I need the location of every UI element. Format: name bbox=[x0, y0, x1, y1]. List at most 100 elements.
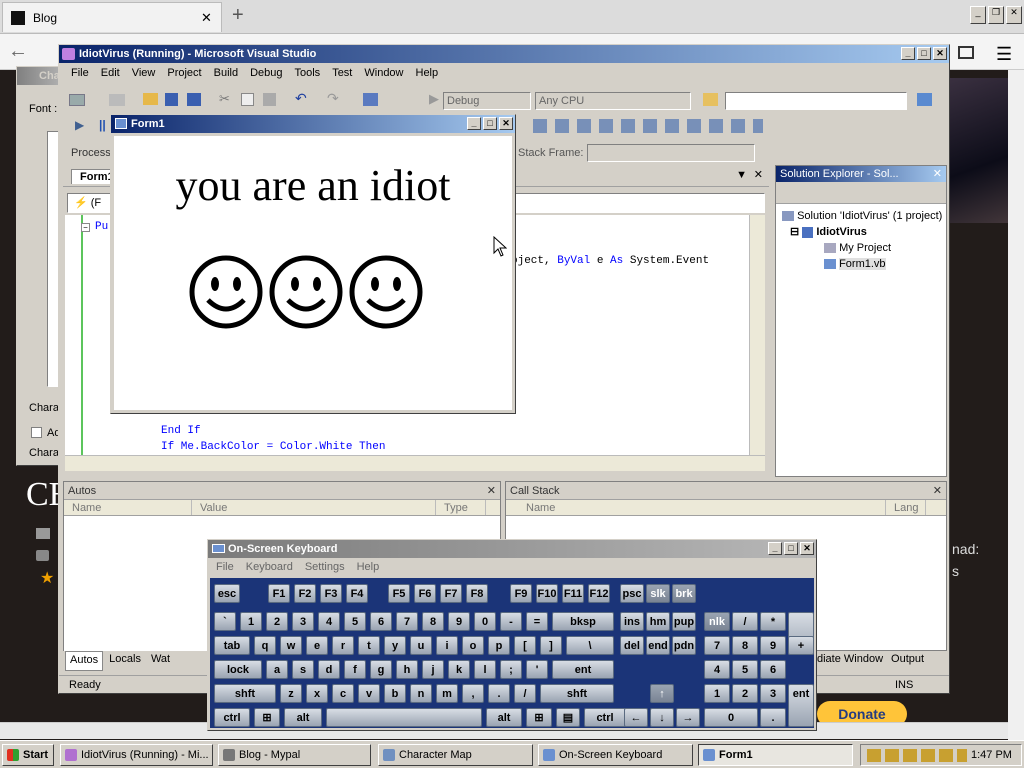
task-form1[interactable]: Form1 bbox=[698, 744, 853, 766]
tray-icons[interactable] bbox=[867, 749, 967, 762]
osk-key[interactable]: F11 bbox=[562, 584, 584, 603]
close-icon[interactable]: ✕ bbox=[499, 117, 513, 130]
col-value[interactable]: Value bbox=[192, 500, 436, 515]
osk-key[interactable]: F5 bbox=[388, 584, 410, 603]
osk-key[interactable]: ins bbox=[620, 612, 644, 631]
panel-close-icon[interactable]: ✕ bbox=[487, 482, 496, 500]
osk-key[interactable]: d bbox=[318, 660, 340, 679]
osk-key[interactable]: alt bbox=[284, 708, 322, 727]
osk-key[interactable]: 9 bbox=[448, 612, 470, 631]
osk-key[interactable]: ; bbox=[500, 660, 522, 679]
close-icon[interactable]: ✕ bbox=[1006, 6, 1022, 24]
osk-key[interactable]: h bbox=[396, 660, 418, 679]
tab-immediate[interactable]: diate Window bbox=[815, 651, 885, 671]
menu-debug[interactable]: Debug bbox=[244, 67, 288, 79]
osk-key[interactable]: l bbox=[474, 660, 496, 679]
osk-key[interactable]: slk bbox=[646, 584, 670, 603]
osk-key[interactable]: 4 bbox=[318, 612, 340, 631]
osk-key[interactable]: + bbox=[788, 636, 814, 655]
osk-key[interactable]: q bbox=[254, 636, 276, 655]
osk-key[interactable]: n bbox=[410, 684, 432, 703]
osk-key[interactable]: ↑ bbox=[650, 684, 674, 703]
menu-edit[interactable]: Edit bbox=[95, 67, 126, 79]
osk-key[interactable]: 1 bbox=[240, 612, 262, 631]
find-icon[interactable] bbox=[703, 93, 718, 106]
platform-dropdown[interactable]: Any CPU bbox=[535, 92, 691, 110]
osk-key[interactable]: [ bbox=[514, 636, 536, 655]
minimize-icon[interactable]: _ bbox=[768, 542, 782, 555]
maximize-icon[interactable]: □ bbox=[483, 117, 497, 130]
osk-key[interactable]: F1 bbox=[268, 584, 290, 603]
save-all-icon[interactable] bbox=[187, 93, 201, 106]
osk-key[interactable]: * bbox=[760, 612, 786, 631]
osk-menu-settings[interactable]: Settings bbox=[299, 561, 351, 573]
close-icon[interactable]: ✕ bbox=[933, 47, 947, 60]
osk-key[interactable]: t bbox=[358, 636, 380, 655]
osk-key[interactable]: i bbox=[436, 636, 458, 655]
osk-key[interactable]: , bbox=[462, 684, 484, 703]
paste-icon[interactable] bbox=[263, 93, 276, 106]
osk-key[interactable]: x bbox=[306, 684, 328, 703]
panel-close-icon[interactable]: ✕ bbox=[933, 482, 942, 500]
editor-hscrollbar[interactable] bbox=[65, 455, 765, 471]
osk-key[interactable]: F8 bbox=[466, 584, 488, 603]
tab-watch[interactable]: Wat bbox=[147, 651, 174, 671]
clock[interactable]: 1:47 PM bbox=[971, 749, 1012, 761]
osk-key[interactable]: p bbox=[488, 636, 510, 655]
osk-key[interactable]: . bbox=[760, 708, 786, 727]
osk-key[interactable]: = bbox=[526, 612, 548, 631]
tree-solution[interactable]: Solution 'IdiotVirus' (1 project) bbox=[782, 208, 944, 224]
osk-menu-file[interactable]: File bbox=[210, 561, 240, 573]
close-editor-icon[interactable]: ✕ bbox=[754, 168, 763, 181]
osk-key[interactable]: 5 bbox=[344, 612, 366, 631]
osk-key[interactable]: ↓ bbox=[650, 708, 674, 727]
editor-vscrollbar[interactable] bbox=[749, 215, 765, 455]
osk-key[interactable]: shft bbox=[214, 684, 276, 703]
copy-icon[interactable] bbox=[241, 93, 254, 106]
collapse-icon[interactable]: − bbox=[81, 223, 90, 232]
break-all-icon[interactable]: || bbox=[99, 118, 106, 132]
osk-key[interactable]: s bbox=[292, 660, 314, 679]
osk-key[interactable]: F10 bbox=[536, 584, 558, 603]
tab-list-icon[interactable]: ▼ bbox=[736, 169, 747, 181]
task-browser[interactable]: Blog - Mypal bbox=[218, 744, 371, 766]
tree-project[interactable]: ⊟ IdiotVirus bbox=[782, 224, 944, 240]
menu-test[interactable]: Test bbox=[326, 67, 358, 79]
osk-key[interactable]: del bbox=[620, 636, 644, 655]
osk-key[interactable]: ` bbox=[214, 612, 236, 631]
osk-key[interactable]: pup bbox=[672, 612, 696, 631]
osk-key[interactable]: shft bbox=[540, 684, 614, 703]
osk-key[interactable]: ← bbox=[624, 708, 648, 727]
osk-titlebar[interactable]: On-Screen Keyboard _ □ ✕ bbox=[208, 540, 816, 558]
page-scrollbar[interactable] bbox=[1008, 70, 1024, 740]
osk-key[interactable]: F6 bbox=[414, 584, 436, 603]
stack-frame-dropdown[interactable] bbox=[587, 144, 755, 162]
minimize-icon[interactable]: _ bbox=[901, 47, 915, 60]
menu-tools[interactable]: Tools bbox=[289, 67, 327, 79]
osk-key[interactable]: 8 bbox=[422, 612, 444, 631]
osk-key[interactable]: lock bbox=[214, 660, 262, 679]
start-debug-icon[interactable]: ▶ bbox=[429, 91, 439, 107]
tree-item-my-project[interactable]: My Project bbox=[782, 240, 944, 256]
osk-key[interactable] bbox=[326, 708, 482, 727]
menu-help[interactable]: Help bbox=[410, 67, 445, 79]
maximize-icon[interactable]: □ bbox=[917, 47, 931, 60]
osk-key[interactable]: 8 bbox=[732, 636, 758, 655]
start-button[interactable]: Start bbox=[2, 744, 54, 766]
osk-key[interactable]: 6 bbox=[370, 612, 392, 631]
open-icon[interactable] bbox=[143, 93, 158, 105]
osk-key[interactable]: 3 bbox=[760, 684, 786, 703]
osk-key[interactable]: ' bbox=[526, 660, 548, 679]
osk-key[interactable]: 0 bbox=[474, 612, 496, 631]
osk-key[interactable]: 7 bbox=[704, 636, 730, 655]
osk-key[interactable]: tab bbox=[214, 636, 250, 655]
autos-titlebar[interactable]: Autos ✕ bbox=[64, 482, 500, 500]
osk-key[interactable]: nlk bbox=[704, 612, 730, 631]
osk-key[interactable]: 6 bbox=[760, 660, 786, 679]
redo-icon[interactable]: ↷ bbox=[327, 90, 339, 107]
osk-key[interactable]: \ bbox=[566, 636, 614, 655]
menu-project[interactable]: Project bbox=[161, 67, 207, 79]
osk-key[interactable]: 9 bbox=[760, 636, 786, 655]
osk-key[interactable]: hm bbox=[646, 612, 670, 631]
osk-key[interactable]: ent bbox=[552, 660, 614, 679]
